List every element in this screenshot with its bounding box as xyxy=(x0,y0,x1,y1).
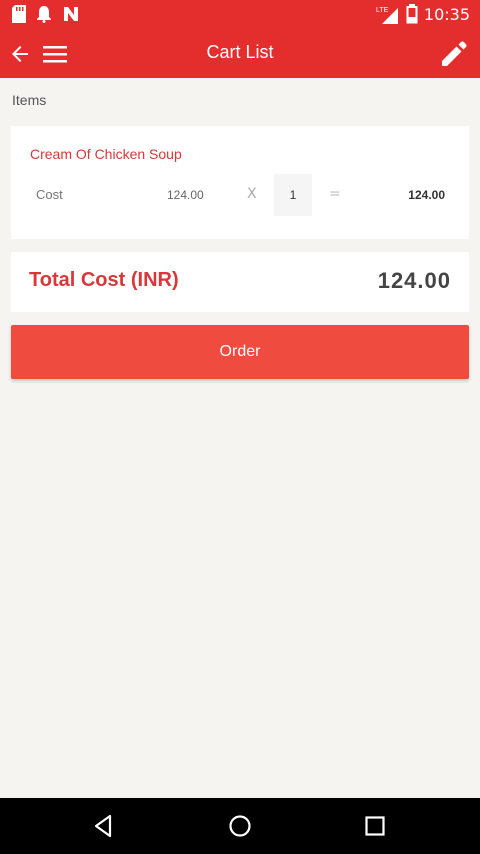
nav-home-icon[interactable] xyxy=(226,812,254,840)
notification-bell-icon xyxy=(36,5,52,23)
item-name: Cream Of Chicken Soup xyxy=(30,146,182,162)
unit-price: 124.00 xyxy=(167,188,204,202)
n-icon xyxy=(62,5,80,23)
status-left-icons xyxy=(12,5,80,23)
nav-recents-icon[interactable] xyxy=(361,812,389,840)
page-title: Cart List xyxy=(206,42,274,62)
nav-back-icon[interactable] xyxy=(90,812,118,840)
equals-sign: = xyxy=(329,186,341,202)
system-nav-bar xyxy=(0,798,480,854)
status-bar: LTE 10:35 xyxy=(0,0,480,30)
edit-pencil-icon[interactable] xyxy=(438,38,470,70)
total-value: 124.00 xyxy=(377,268,451,293)
times-sign: X xyxy=(247,186,257,202)
order-button[interactable]: Order xyxy=(11,325,469,379)
lte-signal-icon: LTE xyxy=(376,4,400,24)
sd-card-icon xyxy=(12,5,26,23)
battery-icon xyxy=(406,4,418,24)
cart-item-card: Cream Of Chicken Soup Cost 124.00 X 1 = … xyxy=(11,126,469,239)
network-label: LTE xyxy=(376,7,389,14)
quantity-input[interactable]: 1 xyxy=(274,174,312,216)
total-label: Total Cost (INR) xyxy=(29,269,179,291)
line-total: 124.00 xyxy=(408,188,445,202)
section-label-items: Items xyxy=(12,92,47,108)
cost-label: Cost xyxy=(36,187,63,202)
total-card: Total Cost (INR) 124.00 xyxy=(11,252,469,312)
status-right: LTE 10:35 xyxy=(376,4,470,24)
app-bar: Cart List xyxy=(0,30,480,78)
status-time: 10:35 xyxy=(423,4,470,24)
